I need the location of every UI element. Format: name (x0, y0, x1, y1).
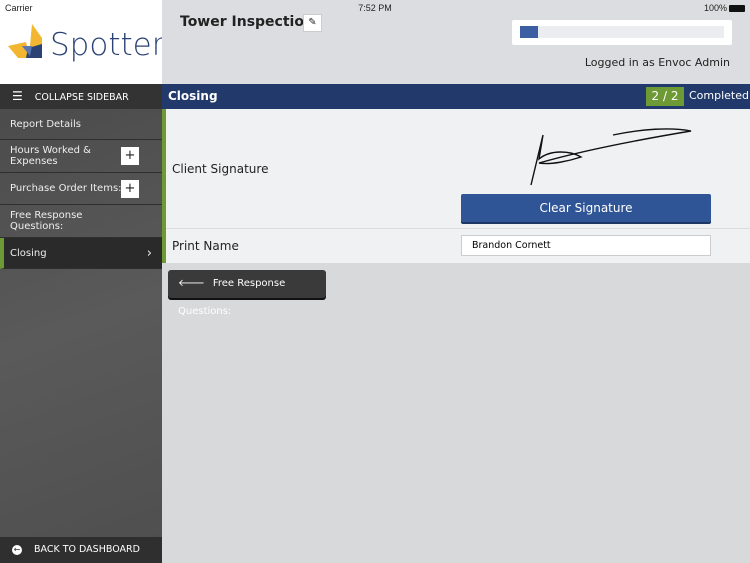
section-title: Closing (168, 89, 218, 103)
client-signature-label: Client Signature (172, 162, 269, 176)
progress-fill (520, 26, 539, 38)
battery-icon (729, 5, 745, 13)
add-hours-button[interactable]: + (121, 147, 139, 165)
clock: 7:52 PM (358, 3, 392, 13)
sidebar-item-free-response[interactable]: Free Response Questions: (0, 205, 162, 238)
sidebar: ☰ COLLAPSE SIDEBAR Report Details Hours W… (0, 84, 162, 563)
previous-section-button[interactable]: 🡐 Free Response Questions: (168, 270, 326, 317)
print-name-label: Print Name (172, 239, 239, 253)
sidebar-item-purchase-order[interactable]: Purchase Order Items: + (0, 173, 162, 205)
add-purchase-order-button[interactable]: + (121, 179, 139, 198)
section-header: Closing 2 / 2 Completed (162, 84, 750, 109)
progress-bar (512, 20, 732, 45)
pencil-icon: ✎ (308, 17, 317, 28)
sidebar-item-closing[interactable]: Closing › (0, 238, 162, 269)
status-bar: Carrier 7:52 PM 100% (0, 0, 750, 16)
page-title: Tower Inspection (180, 14, 314, 30)
completion-badge: 2 / 2 (646, 87, 684, 106)
logo-icon (8, 24, 42, 58)
signature-pad[interactable] (521, 121, 701, 191)
arrow-left-circle-icon: ← (12, 545, 22, 555)
print-name-input[interactable] (461, 235, 711, 256)
hamburger-icon: ☰ (12, 89, 23, 103)
arrow-left-icon: 🡐 (178, 278, 205, 289)
chevron-right-icon: › (146, 245, 152, 261)
sidebar-item-report-details[interactable]: Report Details (0, 109, 162, 140)
completion-status: Completed (689, 89, 749, 102)
sidebar-item-hours-worked[interactable]: Hours Worked & Expenses + (0, 140, 162, 173)
logged-in-text: Logged in as Envoc Admin (584, 56, 730, 69)
back-to-dashboard-button[interactable]: ← BACK TO DASHBOARD (0, 537, 162, 563)
edit-title-button[interactable]: ✎ (303, 14, 322, 32)
closing-form: Client Signature Clear Signature Print N… (162, 109, 750, 263)
battery: 100% (704, 3, 745, 13)
collapse-sidebar-button[interactable]: ☰ COLLAPSE SIDEBAR (0, 84, 162, 109)
clear-signature-button[interactable]: Clear Signature (461, 194, 711, 222)
